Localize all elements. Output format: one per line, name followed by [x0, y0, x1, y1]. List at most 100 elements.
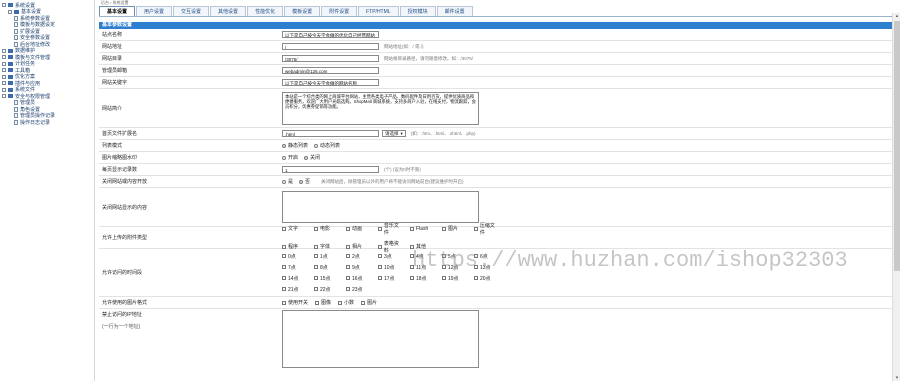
tab[interactable]: FTP/HTML	[358, 6, 399, 16]
tab[interactable]: 模板设置	[284, 6, 321, 16]
checkbox-option[interactable]: 文字	[282, 222, 307, 236]
checkbox-option[interactable]: 电影	[314, 222, 339, 236]
checkbox-option[interactable]: 18点	[410, 275, 435, 282]
expand-icon[interactable]	[2, 94, 6, 99]
index-path-input[interactable]: /3075/	[282, 55, 379, 62]
checkbox-option[interactable]: 图像	[315, 299, 331, 306]
checkbox-option[interactable]: 19点	[442, 275, 467, 282]
checkbox-option[interactable]: 22点	[314, 286, 339, 293]
field-label: 网站目录	[102, 56, 123, 62]
main-panel: 后台 › 系统设置 基本设置 用户设置 交互设置 其他设置 性能优化 模板设置 附件设置 FT…	[99, 0, 892, 381]
radio-option[interactable]: 关闭	[304, 154, 320, 161]
checkbox-option[interactable]: 图片	[442, 222, 467, 236]
folder-icon	[8, 48, 13, 53]
checkbox-option[interactable]: 7点	[282, 264, 307, 271]
tab[interactable]: 用户设置	[136, 6, 173, 16]
checkbox-option[interactable]: 16点	[346, 275, 371, 282]
keywords-input[interactable]: 以下是自己按今天学会做的网站名称	[282, 79, 379, 86]
tab[interactable]: 授权模块	[399, 6, 436, 16]
checkbox-option[interactable]: 15点	[314, 275, 339, 282]
radio-option[interactable]: 是	[282, 178, 293, 185]
expand-icon[interactable]	[2, 74, 6, 79]
expand-icon[interactable]	[2, 81, 6, 86]
tab[interactable]: 性能优化	[247, 6, 284, 16]
scroll-down-icon[interactable]: ▾	[894, 375, 900, 381]
checkbox-icon	[361, 300, 366, 305]
html-ext-input[interactable]: .html	[282, 130, 379, 137]
field-label: 每页显示记录数	[102, 167, 138, 173]
checkbox-option[interactable]: 17点	[378, 275, 403, 282]
sidebar-item[interactable]: 操作日志记录	[2, 119, 94, 126]
checkbox-icon	[282, 276, 286, 280]
radio-option[interactable]: 开启	[282, 154, 298, 161]
radio-option[interactable]: 动态列表	[314, 142, 340, 149]
checkbox-option[interactable]: 1点	[314, 253, 339, 260]
checkbox-option[interactable]: 10点	[378, 264, 403, 271]
tab[interactable]: 基本设置	[99, 6, 136, 16]
checkbox-option[interactable]: 20点	[474, 275, 499, 282]
checkbox-option[interactable]: 相片	[346, 240, 371, 254]
checkbox-option[interactable]: 压缩文件	[474, 222, 499, 236]
checkbox-option[interactable]: 8点	[314, 264, 339, 271]
html-ext-select[interactable]: 请选择 ▾	[382, 130, 406, 137]
scrollbar-thumb[interactable]	[894, 21, 900, 271]
checkbox-option[interactable]: 9点	[346, 264, 371, 271]
radio-option[interactable]: 静态列表	[282, 142, 308, 149]
vertical-scrollbar[interactable]: ▴ ▾	[892, 13, 900, 381]
field-label: 站点名称	[102, 32, 123, 38]
tab[interactable]: 其他设置	[210, 6, 247, 16]
checkbox-option[interactable]: 音乐文件	[378, 222, 403, 236]
radio-option[interactable]: 否	[299, 178, 310, 185]
checkbox-option[interactable]: 14点	[282, 275, 307, 282]
expand-icon[interactable]	[2, 48, 6, 53]
radio-label: 开启	[288, 155, 299, 161]
ip-block-note: (一行为一个地址)	[102, 324, 141, 330]
checkbox-label: 图像	[321, 300, 332, 306]
checkbox-label: 19点	[448, 275, 459, 282]
tab-bar: 基本设置 用户设置 交互设置 其他设置 性能优化 模板设置 附件设置 FTP/HTML 授权模块…	[99, 5, 892, 17]
tab[interactable]: 附件设置	[321, 6, 358, 16]
close-reason-textarea[interactable]	[282, 191, 479, 223]
checkbox-option[interactable]: 0点	[282, 253, 307, 260]
checkbox-label: 17点	[384, 275, 395, 282]
checkbox-label: 表格资料	[383, 240, 399, 254]
expand-icon[interactable]	[8, 9, 12, 14]
field-row-page-mode: 列表模式 静态列表 动态列表	[99, 140, 892, 152]
checkbox-option[interactable]: 23点	[346, 286, 371, 293]
checkbox-option[interactable]: 使用开关	[282, 299, 308, 306]
checkbox-label: 14点	[288, 275, 299, 282]
tab[interactable]: 交互设置	[173, 6, 210, 16]
checkbox-option[interactable]: Flash	[410, 222, 435, 236]
checkbox-option[interactable]: 字体	[314, 240, 339, 254]
checkbox-option[interactable]: 表格资料	[378, 240, 403, 254]
radio-label: 是	[288, 179, 294, 185]
radio-label: 否	[305, 179, 311, 185]
expand-icon[interactable]	[2, 68, 6, 73]
page-icon	[14, 41, 18, 47]
checkbox-option[interactable]: 程序	[282, 240, 307, 254]
checkbox-option[interactable]: 21点	[282, 286, 307, 293]
site-url-input[interactable]: /	[282, 43, 379, 50]
watermark-text: https://www.huzhan.com/ishop32303	[412, 248, 848, 273]
description-textarea[interactable]: 本站是一个综合类的网上商城平台网站，主营各类电子产品、数码配件及日用百货，提供优…	[282, 91, 479, 125]
tab[interactable]: 邮件设置	[436, 6, 473, 16]
scroll-up-icon[interactable]: ▴	[894, 13, 900, 19]
field-label: 关闭网站或内容开放	[102, 179, 148, 185]
pagesize-input[interactable]: 1	[282, 166, 379, 173]
checkbox-option[interactable]: 2点	[346, 253, 371, 260]
expand-icon[interactable]	[2, 87, 6, 92]
checkbox-option[interactable]: 动画	[346, 222, 371, 236]
email-input[interactable]: webadmin@126.com	[282, 67, 379, 74]
expand-icon[interactable]	[2, 61, 6, 66]
checkbox-option[interactable]: 3点	[378, 253, 403, 260]
field-row-html-ext: 首页文件扩展名 .html 请选择 ▾ (如：.htm、.html、.shtml、…	[99, 128, 892, 140]
checkbox-label: 23点	[352, 286, 363, 293]
checkbox-option[interactable]: 小数	[338, 299, 354, 306]
checkbox-label: 20点	[480, 275, 491, 282]
ip-block-textarea[interactable]	[282, 310, 479, 368]
checkbox-option[interactable]: 图片	[361, 299, 377, 306]
expand-icon[interactable]	[2, 55, 6, 60]
expand-icon[interactable]	[2, 3, 6, 8]
site-name-input[interactable]: 以下是自己按今天学会做的优化自己经营网站	[282, 31, 379, 38]
radio-icon	[314, 143, 319, 148]
